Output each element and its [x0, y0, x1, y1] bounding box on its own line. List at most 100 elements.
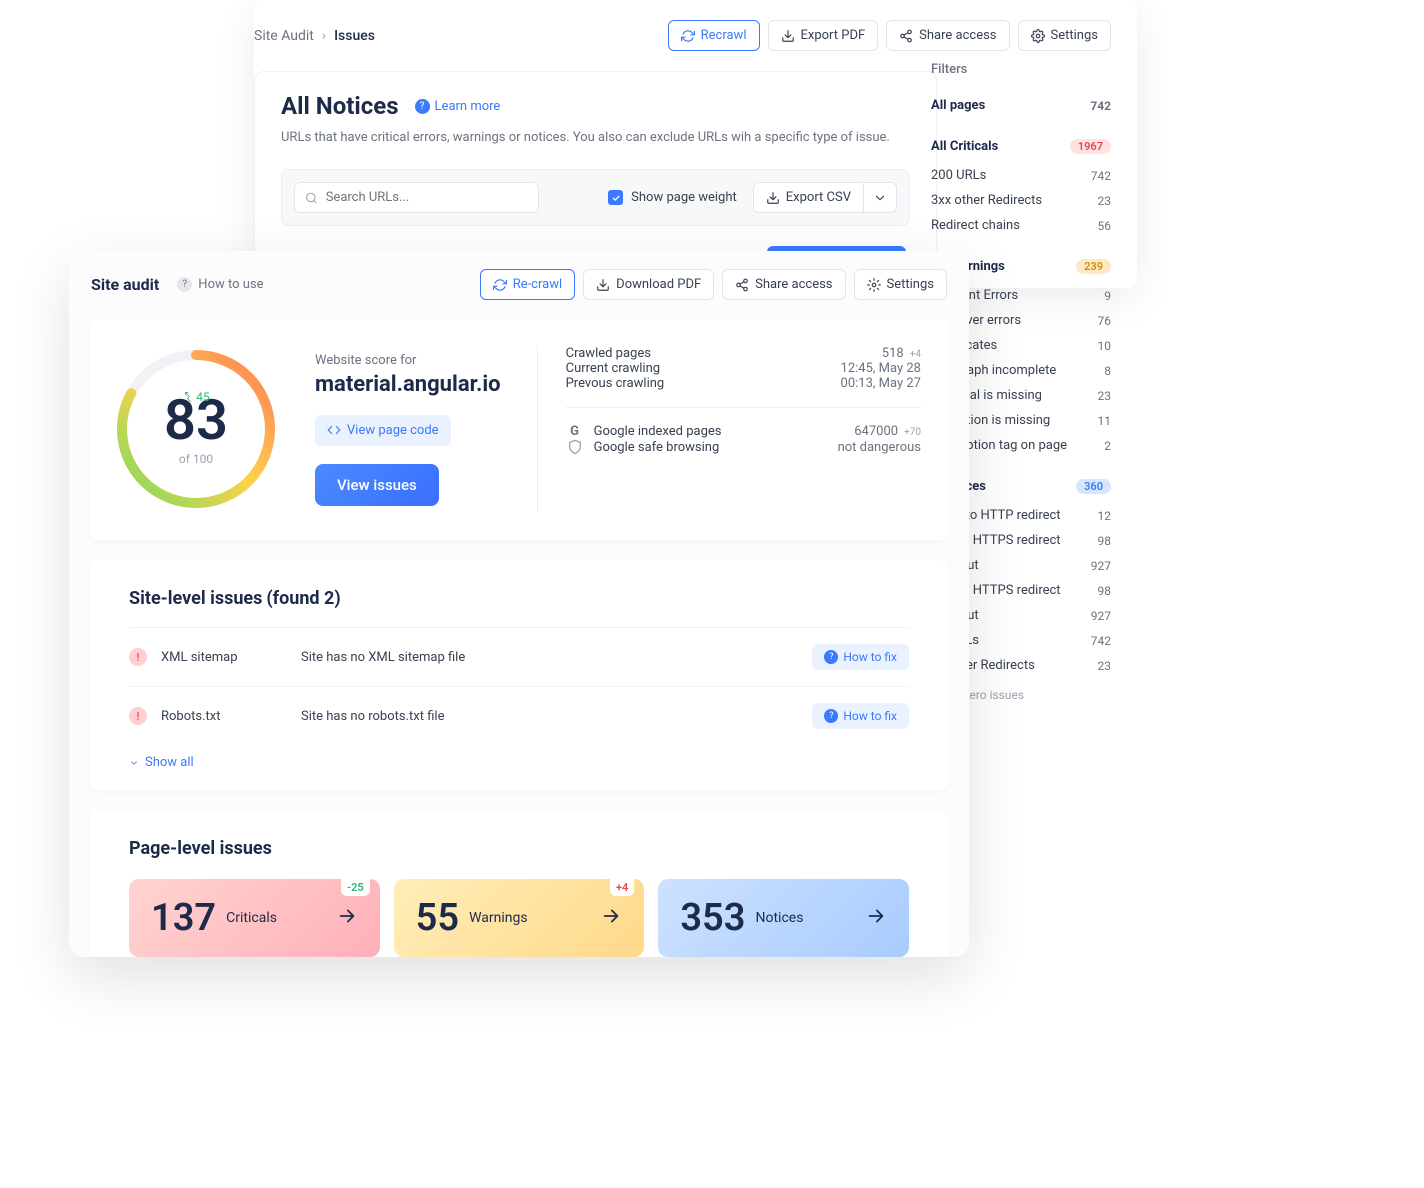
download-icon — [596, 278, 610, 292]
refresh-icon — [681, 29, 695, 43]
front-header: Site audit ? How to use Re-crawl Downloa… — [69, 269, 969, 318]
settings-button[interactable]: Settings — [854, 269, 947, 300]
notices-badge: 360 — [1076, 479, 1111, 494]
issues-panel: Site Audit › Issues Recrawl Export PDF S… — [254, 0, 1137, 288]
download-pdf-button[interactable]: Download PDF — [583, 269, 714, 300]
card-title: Site audit — [91, 275, 159, 294]
hero-middle: Website score for material.angular.io Vi… — [315, 346, 501, 512]
stat-row: Crawled pages518+4 — [566, 346, 921, 361]
code-icon — [327, 423, 341, 437]
download-icon — [766, 191, 780, 205]
gear-icon — [867, 278, 881, 292]
shield-icon — [566, 439, 584, 455]
error-icon: ! — [129, 648, 147, 666]
breadcrumb-root[interactable]: Site Audit — [254, 28, 314, 44]
site-level-title: Site-level issues — [129, 588, 262, 609]
delta-chip: +4 — [610, 879, 634, 896]
download-icon — [781, 29, 795, 43]
arrow-right-icon — [336, 905, 358, 931]
recrawl-button[interactable]: Recrawl — [668, 20, 760, 51]
criticals-badge: 1967 — [1070, 139, 1111, 154]
page-level-title: Page-level issues — [129, 838, 909, 859]
card-label: Warnings — [469, 910, 528, 926]
show-weight-checkbox[interactable]: Show page weight — [608, 190, 737, 205]
help-icon: ? — [177, 277, 192, 292]
breadcrumb-current: Issues — [334, 28, 375, 44]
share-icon — [735, 278, 749, 292]
recrawl-button[interactable]: Re-crawl — [480, 269, 575, 300]
export-csv-dropdown[interactable] — [864, 182, 897, 213]
arrow-right-icon — [865, 905, 887, 931]
chevron-right-icon: › — [322, 28, 326, 44]
learn-more-link[interactable]: ? Learn more — [415, 99, 501, 114]
view-code-button[interactable]: View page code — [315, 415, 451, 446]
trend-up-icon — [183, 391, 193, 403]
view-issues-button[interactable]: View issues — [315, 464, 439, 506]
filter-all-pages[interactable]: All pages742 — [931, 93, 1111, 118]
score-max: of 100 — [179, 452, 213, 466]
warnings-badge: 239 — [1076, 259, 1111, 274]
filter-criticals-header[interactable]: All Criticals1967 — [931, 134, 1111, 159]
site-level-section: Site-level issues (found 2) ! XML sitema… — [89, 560, 949, 790]
help-icon: ? — [415, 99, 430, 114]
page-level-section: Page-level issues -25 137 Criticals +4 5… — [89, 810, 949, 957]
header-actions: Recrawl Export PDF Share access Settings — [668, 20, 1111, 51]
hero-stats: Crawled pages518+4Current crawling12:45,… — [537, 346, 921, 512]
issue-label: Robots.txt — [161, 709, 301, 724]
description: URLs that have critical errors, warnings… — [281, 130, 910, 145]
filters-heading: Filters — [931, 62, 1111, 77]
export-pdf-button[interactable]: Export PDF — [768, 20, 879, 51]
issue-row: ! XML sitemap Site has no XML sitemap fi… — [129, 627, 909, 686]
breadcrumb: Site Audit › Issues — [254, 28, 375, 44]
score-label: Website score for — [315, 353, 501, 368]
search-icon — [305, 191, 318, 205]
show-all-button[interactable]: Show all — [129, 755, 909, 770]
error-icon: ! — [129, 707, 147, 725]
issue-card-warnings[interactable]: +4 55 Warnings — [394, 879, 645, 957]
issue-desc: Site has no robots.txt file — [301, 709, 812, 724]
stat-row: GGoogle indexed pages647000+70 — [566, 424, 921, 439]
trend-indicator: 45 — [182, 390, 210, 404]
share-button[interactable]: Share access — [722, 269, 845, 300]
domain-name: material.angular.io — [315, 372, 501, 397]
issue-label: XML sitemap — [161, 650, 301, 665]
share-button[interactable]: Share access — [886, 20, 1009, 51]
filter-item[interactable]: 200 URLs742 — [931, 163, 1111, 188]
site-level-count: (found 2) — [266, 588, 340, 609]
help-icon: ? — [824, 709, 838, 723]
export-csv-button[interactable]: Export CSV — [753, 182, 864, 213]
issue-card-criticals[interactable]: -25 137 Criticals — [129, 879, 380, 957]
search-input[interactable] — [294, 182, 539, 213]
share-icon — [899, 29, 913, 43]
header: Site Audit › Issues Recrawl Export PDF S… — [254, 0, 1137, 71]
help-icon: ? — [824, 650, 838, 664]
card-label: Notices — [755, 910, 803, 926]
settings-button[interactable]: Settings — [1018, 20, 1111, 51]
filter-item[interactable]: Redirect chains56 — [931, 213, 1111, 238]
toolbar: Show page weight Export CSV — [281, 169, 910, 226]
gear-icon — [1031, 29, 1045, 43]
checkbox-icon — [608, 190, 623, 205]
how-to-fix-button[interactable]: ?How to fix — [812, 703, 909, 729]
hero-card: 45 83 of 100 Website score for material.… — [89, 318, 949, 540]
how-to-use-link[interactable]: ? How to use — [177, 277, 263, 292]
card-count: 55 — [416, 896, 459, 940]
issue-desc: Site has no XML sitemap file — [301, 650, 812, 665]
stat-row: Prevous crawling00:13, May 27 — [566, 376, 921, 391]
card-count: 137 — [151, 896, 216, 940]
google-icon: G — [566, 424, 584, 439]
page-title: All Notices — [281, 92, 399, 120]
filter-item[interactable]: 3xx other Redirects23 — [931, 188, 1111, 213]
how-to-fix-button[interactable]: ?How to fix — [812, 644, 909, 670]
site-audit-card: Site audit ? How to use Re-crawl Downloa… — [69, 251, 969, 957]
chevron-down-icon — [129, 758, 139, 768]
stat-row: Google safe browsingnot dangerous — [566, 439, 921, 455]
arrow-right-icon — [600, 905, 622, 931]
chevron-down-icon — [873, 191, 887, 205]
issue-card-notices[interactable]: 353 Notices — [658, 879, 909, 957]
refresh-icon — [493, 278, 507, 292]
score-gauge: 45 83 of 100 — [113, 346, 279, 512]
card-label: Criticals — [226, 910, 277, 926]
delta-chip: -25 — [341, 879, 370, 896]
card-count: 353 — [680, 896, 745, 940]
